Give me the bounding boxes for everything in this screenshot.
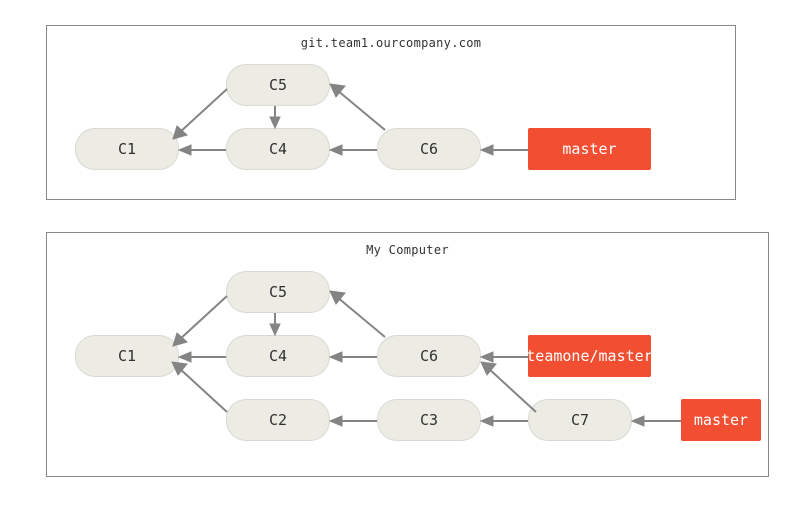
local-panel-title: My Computer <box>47 243 768 257</box>
commit-c1: C1 <box>75 128 179 170</box>
branch-remote-master: master <box>528 128 651 170</box>
commit-c5: C5 <box>226 64 330 106</box>
commit-c2: C2 <box>226 399 330 441</box>
arrow-c5-to-c4 <box>265 106 285 128</box>
arrow-lc6-to-lc4 <box>330 351 377 363</box>
arrow-lc6-to-lc5 <box>323 289 393 344</box>
arrow-master-to-c7 <box>632 415 681 427</box>
arrow-c6-to-c4 <box>330 144 377 156</box>
arrow-c3-to-c2 <box>330 415 377 427</box>
remote-panel: git.team1.ourcompany.com C5 C1 C4 C6 mas… <box>46 25 736 200</box>
branch-teamone-master: teamone/master <box>528 335 651 377</box>
commit-c3: C3 <box>377 399 481 441</box>
arrow-lc2-to-lc1 <box>165 356 235 416</box>
branch-local-master: master <box>681 399 761 441</box>
arrow-c6-to-c5 <box>323 82 393 137</box>
arrow-lc5-to-lc1 <box>165 292 235 352</box>
local-panel: My Computer C5 C1 C4 C6 teamone/master C… <box>46 232 769 477</box>
arrow-c5-to-c1 <box>165 85 235 145</box>
commit-c5-local: C5 <box>226 271 330 313</box>
arrow-c4-to-c1 <box>179 144 226 156</box>
arrow-master-to-c6 <box>481 144 528 156</box>
commit-c4-local: C4 <box>226 335 330 377</box>
arrow-c7-to-lc6 <box>474 356 544 416</box>
arrow-lc5-to-lc4 <box>265 313 285 335</box>
commit-c1-local: C1 <box>75 335 179 377</box>
remote-panel-title: git.team1.ourcompany.com <box>47 36 735 50</box>
commit-c4: C4 <box>226 128 330 170</box>
diagram-stage: git.team1.ourcompany.com C5 C1 C4 C6 mas… <box>0 0 800 507</box>
arrow-c7-to-c3 <box>481 415 528 427</box>
